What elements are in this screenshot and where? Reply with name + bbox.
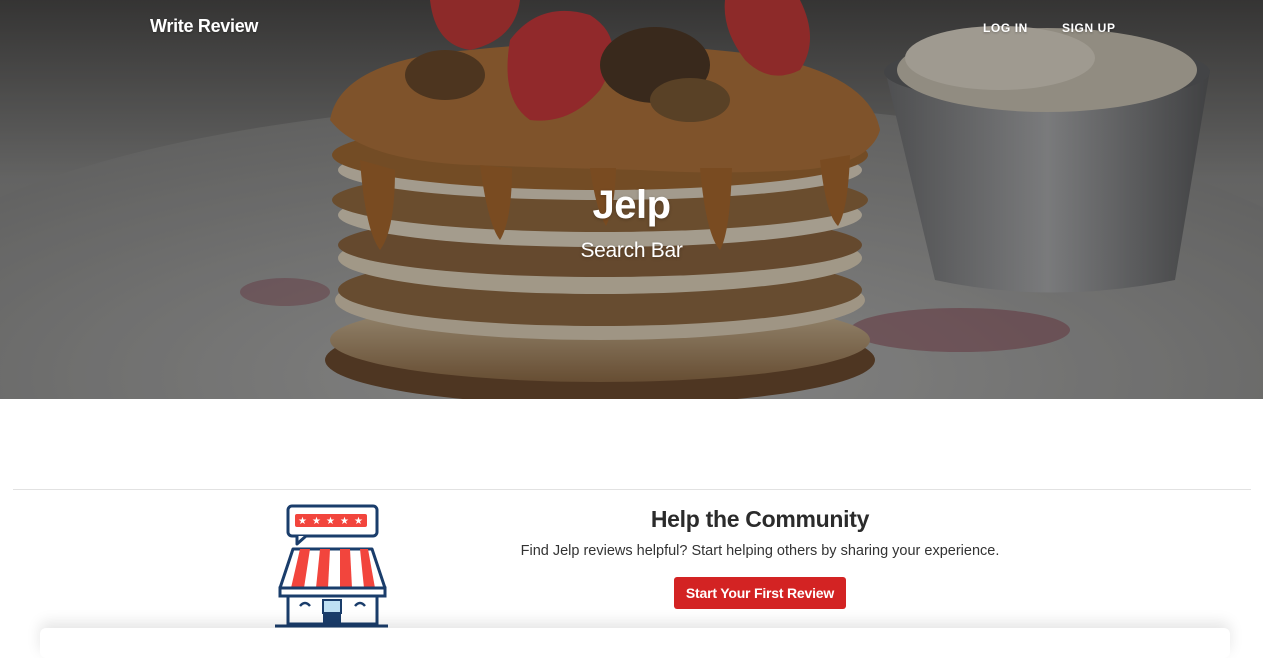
community-heading: Help the Community <box>650 506 870 532</box>
search-bar-placeholder[interactable]: Search Bar <box>0 239 1263 263</box>
log-in-link[interactable]: LOG IN <box>983 21 1028 35</box>
site-title: Jelp <box>592 183 671 227</box>
start-first-review-button[interactable]: Start Your First Review <box>674 577 846 609</box>
next-section-card <box>40 628 1230 658</box>
svg-text:★: ★ <box>298 516 307 527</box>
storefront-review-icon: ★ ★ ★ ★ ★ <box>275 504 388 628</box>
section-divider <box>13 489 1251 490</box>
svg-text:★: ★ <box>312 516 321 527</box>
write-review-link[interactable]: Write Review <box>150 16 258 37</box>
svg-text:★: ★ <box>354 516 363 527</box>
svg-text:★: ★ <box>326 516 335 527</box>
svg-text:★: ★ <box>340 516 349 527</box>
hero-banner: Write Review LOG IN SIGN UP Jelp Search … <box>0 0 1263 399</box>
community-description: Find Jelp reviews helpful? Start helping… <box>520 543 1000 559</box>
sign-up-link[interactable]: SIGN UP <box>1062 21 1116 35</box>
